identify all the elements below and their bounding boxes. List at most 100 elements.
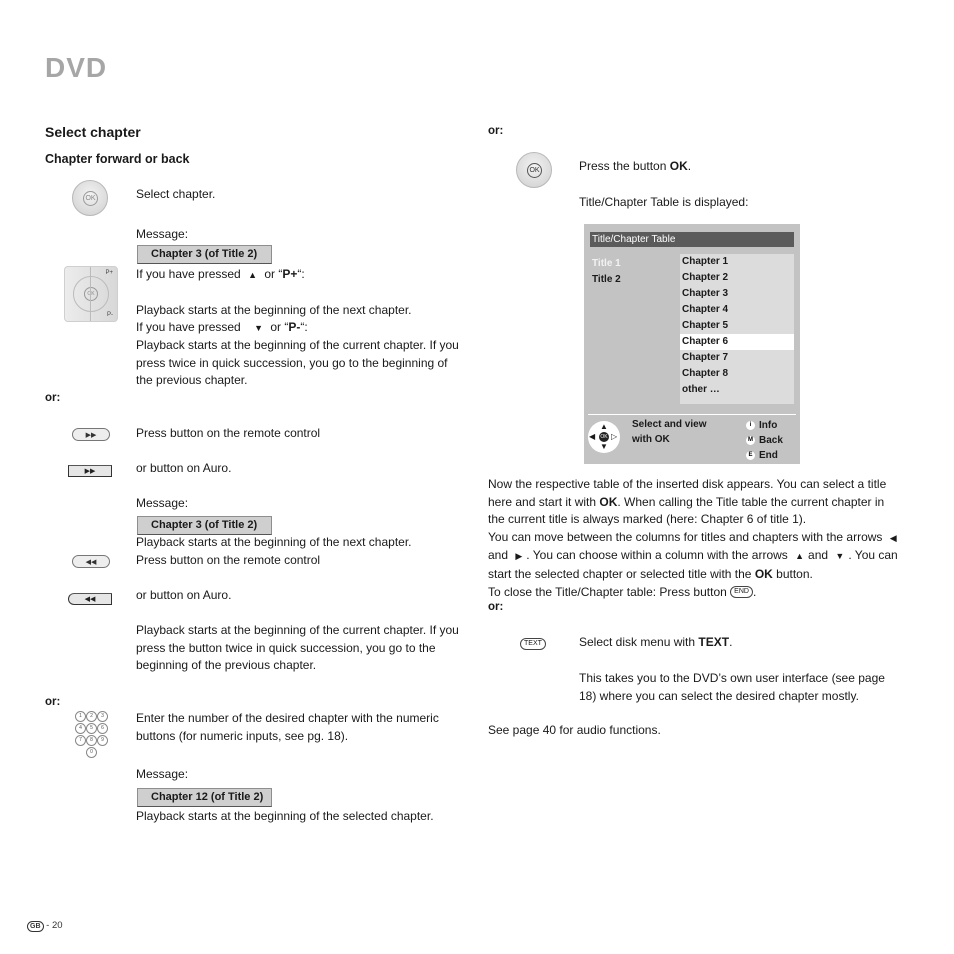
- info-key-icon: i: [746, 420, 755, 430]
- text-label: TEXT: [698, 635, 730, 649]
- para-text: You can move between the columns for tit…: [488, 529, 883, 544]
- chapter-item[interactable]: Chapter 8: [680, 366, 794, 382]
- subsection-title: Chapter forward or back: [45, 152, 190, 166]
- press-ok-text: Press the button: [579, 159, 670, 173]
- ok-label: OK: [599, 494, 618, 509]
- chapter-item[interactable]: Chapter 2: [680, 270, 794, 286]
- period: .: [729, 635, 733, 649]
- press-ok-line: Press the button OK.: [579, 158, 691, 176]
- if-pressed-down-text: If you have pressed: [136, 320, 241, 334]
- rewind-remote-button: ◀◀: [72, 555, 110, 568]
- or-label: or:: [488, 601, 504, 613]
- table-explanation-para: Now the respective table of the inserted…: [488, 476, 904, 601]
- chapter-item[interactable]: Chapter 7: [680, 350, 794, 366]
- ok-label: OK: [754, 566, 773, 581]
- if-pressed-up-text: If you have pressed: [136, 267, 241, 281]
- end-key-row: E End: [746, 448, 783, 463]
- screen-divider: [588, 414, 796, 415]
- chapter-item-selected[interactable]: Chapter 6: [680, 334, 794, 350]
- end-key-icon: END: [730, 586, 753, 599]
- para-text: button.: [772, 566, 813, 581]
- chapter-item-other[interactable]: other …: [680, 382, 794, 398]
- end-key-icon: E: [746, 450, 755, 460]
- title-item[interactable]: Title 1: [592, 256, 621, 272]
- message-label: Message:: [136, 496, 189, 510]
- navigation-dial-icon: OK: [72, 180, 108, 216]
- ok-icon: OK: [83, 191, 98, 206]
- remote-keypad-icon: OK P+ P-: [64, 266, 118, 322]
- footer-hint-line: with OK: [632, 434, 670, 445]
- numeric-key: 8: [86, 735, 97, 746]
- message-box: Chapter 3 (of Title 2): [137, 245, 272, 264]
- title-chapter-table-screen: Title/Chapter Table Title 1 Title 2 Chap…: [584, 224, 800, 464]
- numeric-key: 1: [75, 711, 86, 722]
- period: .: [752, 584, 757, 599]
- and-text: and: [488, 548, 509, 563]
- arrow-pad-icon: ▲ ▼ ◀ ▷ OK: [588, 421, 620, 453]
- message-box: Chapter 12 (of Title 2): [137, 788, 272, 807]
- back-key-row: M Back: [746, 433, 783, 448]
- close-text: To close the Title/Chapter table: Press …: [488, 584, 727, 599]
- footer-hint-line: Select and view: [632, 419, 707, 430]
- button-auro-rw-text: or button on Auro.: [136, 588, 232, 602]
- chapter-item[interactable]: Chapter 5: [680, 318, 794, 334]
- fast-forward-remote-button: ▶▶: [72, 428, 110, 441]
- screen-header: Title/Chapter Table: [590, 232, 794, 247]
- and-text: and: [808, 548, 829, 563]
- arrow-down-icon: ▼: [835, 551, 845, 562]
- country-badge: GB: [27, 921, 44, 932]
- see-page-text: See page 40 for audio functions.: [488, 723, 661, 737]
- section-title: Select chapter: [45, 124, 141, 140]
- if-pressed-up-line: If you have pressed ▲ or “P+“:: [136, 266, 305, 285]
- select-chapter-text: Select chapter.: [136, 187, 216, 201]
- arrow-up-icon: ▲: [795, 551, 805, 562]
- p-plus-label: P+: [282, 267, 298, 281]
- para-text: . You can choose within a column with th…: [526, 548, 788, 563]
- button-auro-ff-text: or button on Auro.: [136, 461, 232, 475]
- ok-icon: OK: [527, 163, 542, 178]
- arrow-down-icon: ▼: [254, 323, 263, 333]
- next-chapter-text: Playback starts at the beginning of the …: [136, 535, 412, 549]
- current-chapter-para: Playback starts at the beginning of the …: [136, 338, 459, 388]
- page-title: DVD: [45, 52, 108, 83]
- chapter-item[interactable]: Chapter 3: [680, 286, 794, 302]
- footer-hint: Select and view with OK: [632, 417, 706, 447]
- numeric-key: 9: [97, 735, 108, 746]
- dvd-ui-para: This takes you to the DVD’s own user int…: [579, 671, 885, 703]
- select-disk-line: Select disk menu with TEXT.: [579, 634, 732, 652]
- quote-close: “:: [297, 267, 305, 281]
- message-box: Chapter 3 (of Title 2): [137, 516, 272, 535]
- press-remote-ff-text: Press button on the remote control: [136, 426, 321, 440]
- selected-chapter-text: Playback starts at the beginning of the …: [136, 809, 434, 823]
- chapter-list: Chapter 1 Chapter 2 Chapter 3 Chapter 4 …: [680, 254, 794, 404]
- info-key-row: i Info: [746, 418, 783, 433]
- title-list: Title 1 Title 2: [592, 256, 621, 288]
- text-key-icon: TEXT: [520, 638, 546, 650]
- numeric-key: 0: [86, 747, 97, 758]
- chapter-item[interactable]: Chapter 1: [680, 254, 794, 270]
- numeric-key: 3: [97, 711, 108, 722]
- rewind-auro-button: ◀◀: [68, 593, 112, 605]
- current-chapter-para-2: Playback starts at the beginning of the …: [136, 623, 459, 673]
- ok-label: OK: [669, 159, 688, 173]
- if-pressed-down-line: If you have pressed ▼ or “P-“:: [136, 319, 308, 338]
- next-chapter-text: Playback starts at the beginning of the …: [136, 303, 412, 317]
- select-disk-text: Select disk menu with: [579, 635, 699, 649]
- press-remote-rw-text: Press button on the remote control: [136, 553, 321, 567]
- chapter-item[interactable]: Chapter 4: [680, 302, 794, 318]
- arrow-left-icon: ◀: [889, 532, 897, 543]
- p-minus-label: P-: [288, 320, 301, 334]
- numeric-key: 4: [75, 723, 86, 734]
- title-item[interactable]: Title 2: [592, 272, 621, 288]
- table-displayed-text: Title/Chapter Table is displayed:: [579, 195, 749, 209]
- end-key-label: End: [759, 450, 778, 461]
- back-key-label: Back: [759, 435, 783, 446]
- numeric-key: 5: [86, 723, 97, 734]
- fast-forward-auro-button: ▶▶: [68, 465, 112, 477]
- numeric-key: 6: [97, 723, 108, 734]
- numeric-key: 7: [75, 735, 86, 746]
- arrow-up-icon: ▲: [248, 270, 257, 280]
- or-label: or:: [45, 392, 61, 404]
- or-label: or:: [488, 125, 504, 137]
- numeric-keypad-icon: 1 2 3 4 5 6 7 8 9 0: [75, 711, 108, 758]
